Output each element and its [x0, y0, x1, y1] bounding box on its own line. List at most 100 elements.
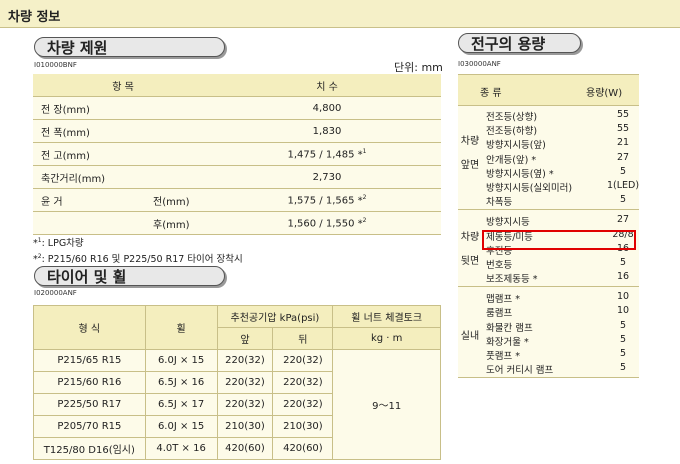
bulb-item: 풋램프 * 5: [484, 347, 639, 362]
bulb-name: 맵램프 *: [486, 294, 520, 306]
bulb-capacity: 27: [616, 214, 630, 226]
bulb-capacity: 10: [616, 305, 630, 317]
tire-rear-pressure: 210(30): [272, 415, 334, 438]
tire-rear-pressure: 220(32): [272, 349, 334, 372]
bulb-item: 맵램프 * 10: [484, 290, 639, 306]
tire-header-wheel: 휠: [144, 305, 218, 350]
bulb-capacity: 5: [619, 362, 627, 374]
tread-label: 윤 거: [41, 196, 63, 208]
bulb-item: 전조등(상향) 55: [484, 108, 639, 123]
tire-header-type: 형 식: [33, 305, 146, 350]
bulb-capacity: 5: [619, 256, 627, 268]
tire-header-pressure: 추천공기압 kPa(psi): [216, 305, 334, 328]
bulb-capacity: 5: [619, 319, 627, 331]
spec-header-item: 항 목: [33, 74, 213, 97]
tire-front-pressure: 210(30): [216, 415, 274, 438]
bulb-item: 화물칸 램프 5: [484, 319, 639, 334]
bulb-name: 차폭등: [486, 197, 513, 209]
tire-header-torque-unit: kg · m: [332, 327, 441, 350]
tire-type: P215/65 R15: [33, 349, 146, 372]
bulb-item: 방향지시등(앞) 21: [484, 136, 639, 152]
bulb-name: 안개등(앞) *: [486, 154, 537, 166]
bulb-name: 룸램프: [486, 308, 513, 320]
tire-front-pressure: 220(32): [216, 349, 274, 372]
tire-front-pressure: 220(32): [216, 371, 274, 394]
bulb-capacity: 27: [616, 151, 630, 163]
tread-rear-label: 후(mm): [33, 211, 213, 235]
tire-wheel: 6.5J × 16: [144, 371, 218, 394]
bulb-name: 방향지시등(앞): [486, 140, 546, 152]
bulb-capacity: 5: [619, 165, 627, 177]
bulb-item: 방향지시등(옆) * 5: [484, 165, 639, 180]
tire-wheel: 6.0J × 15: [144, 415, 218, 438]
footnote-mark: 2: [362, 216, 367, 224]
spec-value: 4,800: [213, 96, 441, 120]
bulb-name: 풋램프 *: [486, 351, 520, 362]
tire-section-title: 타이어 및 휠: [34, 266, 225, 286]
bulb-capacity: 5: [619, 348, 627, 359]
spec-code: I010000BNF: [34, 61, 77, 69]
tread-rear-value: 1,560 / 1,550 *: [287, 218, 363, 230]
bulb-capacity: 55: [616, 123, 630, 135]
bulb-name: 방향지시등(실외미러): [486, 182, 573, 194]
tire-header-front: 앞: [216, 327, 274, 350]
spec-value: 1,475 / 1,485 *: [287, 149, 363, 161]
tire-rear-pressure: 420(60): [272, 437, 334, 460]
tire-type: T125/80 D16(임시): [33, 437, 146, 460]
bulb-name: 방향지시등(옆) *: [486, 168, 554, 180]
bulb-name: 방향지시등: [486, 217, 530, 229]
bulb-item: 화장거울 * 5: [484, 333, 639, 348]
bulb-section-title: 전구의 용량: [458, 33, 581, 53]
tire-rear-pressure: 220(32): [272, 371, 334, 394]
bulb-name: 보조제동등 *: [486, 274, 538, 286]
bulb-group-label: 차량 뒷면: [460, 232, 480, 268]
spec-value: 2,730: [213, 165, 441, 189]
bulb-group-label: 차량 앞면: [460, 136, 480, 171]
spec-value-cell: 1,475 / 1,485 *1: [213, 142, 441, 166]
tire-table: 형 식 휠 추천공기압 kPa(psi) 휠 너트 체결토크 앞 뒤 kg · …: [33, 305, 441, 460]
tire-torque-value: 9～11: [332, 349, 441, 460]
spec-table: 항 목 치 수 전 장(mm) 4,800 전 폭(mm) 1,830 전 고(…: [33, 74, 441, 235]
tire-header-torque: 휠 너트 체결토크: [332, 305, 441, 328]
spec-label: 전 장(mm): [33, 96, 213, 120]
footnote-mark: 2: [362, 193, 367, 201]
tire-type: P215/60 R16: [33, 371, 146, 394]
bulb-header-capacity: 용량(W): [586, 88, 623, 99]
bulb-item: 차폭등 5: [484, 193, 639, 209]
bulb-header-type: 종 류: [480, 88, 502, 99]
tire-header-rear: 뒤: [272, 327, 334, 350]
bulb-capacity: 21: [616, 137, 630, 149]
bulb-name: 전조등(상향): [486, 112, 538, 123]
bulb-item: 안개등(앞) * 27: [484, 151, 639, 166]
tread-front-value: 1,575 / 1,565 *: [287, 195, 363, 207]
bulb-name: 화물칸 램프: [486, 322, 533, 334]
tire-code: I020000ANF: [34, 289, 77, 297]
tire-rear-pressure: 220(32): [272, 393, 334, 416]
tread-front-label: 전(mm): [153, 196, 190, 208]
spec-unit: 단위: mm: [394, 61, 443, 74]
bulb-name: 전조등(하향): [486, 126, 538, 138]
tire-wheel: 6.5J × 17: [144, 393, 218, 416]
tread-label-cell: 윤 거 전(mm): [33, 188, 213, 212]
bulb-code: I030000ANF: [458, 60, 501, 68]
bulb-capacity: 1(LED): [606, 179, 640, 191]
bulb-table: 종 류 용량(W) 차량 앞면 전조등(상향) 55 전조등(하향) 55 방향지시등(앞…: [458, 74, 639, 379]
tire-wheel: 4.0T × 16: [144, 437, 218, 460]
page-header: 차량 정보: [0, 0, 680, 28]
spec-value-cell: 1,575 / 1,565 *2: [213, 188, 441, 212]
tire-wheel: 6.0J × 15: [144, 349, 218, 372]
bulb-item: 도어 커티시 램프 5: [484, 361, 639, 377]
footnote: *1: LPG차량: [33, 234, 243, 250]
bulb-group-label: 실내: [460, 331, 480, 343]
footnote-text: : P215/60 R16 및 P225/50 R17 타이어 장착시: [41, 254, 243, 266]
footnote-mark: 1: [362, 147, 367, 155]
tire-front-pressure: 420(60): [216, 437, 274, 460]
bulb-item: 방향지시등(실외미러) 1(LED): [484, 179, 639, 194]
bulb-item: 번호등 5: [484, 256, 639, 271]
bulb-name: 도어 커티시 램프: [486, 365, 554, 377]
spec-label: 전 고(mm): [33, 142, 213, 166]
bulb-capacity: 16: [616, 271, 630, 283]
footnote: *2: P215/60 R16 및 P225/50 R17 타이어 장착시: [33, 250, 243, 266]
page-title: 차량 정보: [8, 10, 61, 25]
highlight-box: [482, 230, 636, 250]
